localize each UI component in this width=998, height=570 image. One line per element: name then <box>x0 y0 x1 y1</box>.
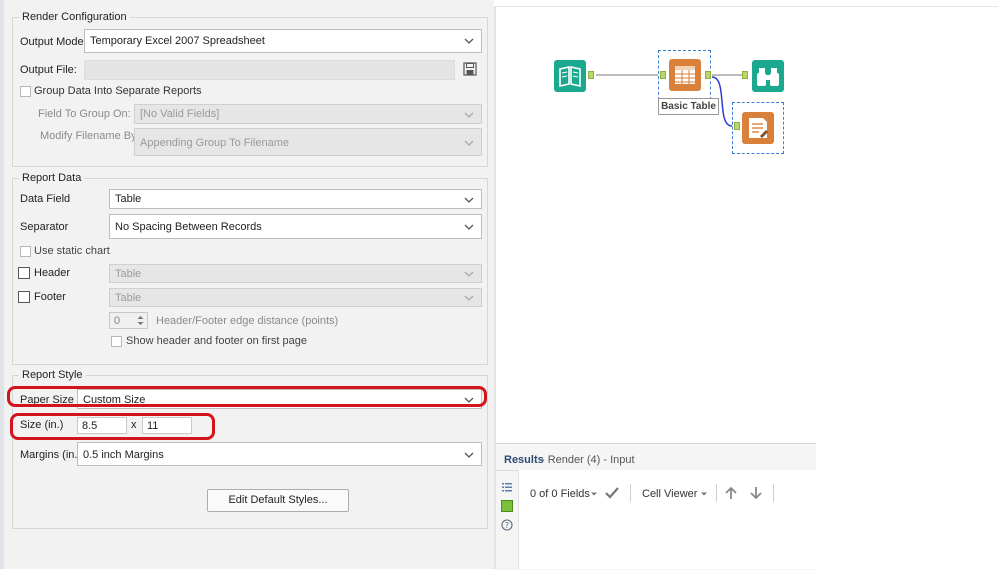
save-icon[interactable] <box>463 62 477 76</box>
paper-size-highlight <box>7 386 487 407</box>
separator-value: No Spacing Between Records <box>115 221 262 233</box>
table-icon <box>675 66 695 84</box>
spinner-icon[interactable] <box>136 314 145 327</box>
field-to-group-select[interactable]: [No Valid Fields] <box>134 104 482 124</box>
basic-table-label: Basic Table <box>658 98 719 115</box>
output-mode-label: Output Mode: <box>20 36 87 48</box>
output-anchor[interactable] <box>705 71 711 79</box>
footer-select[interactable]: Table <box>109 288 482 307</box>
report-style-legend: Report Style <box>19 369 86 381</box>
arrow-up-icon[interactable] <box>724 485 738 501</box>
use-static-chart-checkbox[interactable] <box>20 246 31 257</box>
margins-value: 0.5 inch Margins <box>83 449 164 461</box>
header-label: Header <box>34 267 71 279</box>
data-field-value: Table <box>115 193 142 205</box>
toolbar-divider <box>630 484 631 502</box>
field-to-group-label: Field To Group On: <box>38 108 131 120</box>
panel-left-strip <box>0 0 4 569</box>
chevron-down-icon <box>464 224 474 230</box>
arrow-down-icon[interactable] <box>749 485 763 501</box>
size-highlight <box>10 413 215 440</box>
margins-select[interactable]: 0.5 inch Margins <box>77 442 482 466</box>
chevron-down-icon <box>464 38 474 44</box>
chevron-down-icon <box>464 295 474 301</box>
output-file-label: Output File: <box>20 64 77 76</box>
list-icon[interactable] <box>501 481 513 493</box>
chevron-down-icon[interactable] <box>590 490 598 498</box>
show-header-footer-label: Show header and footer on first page <box>126 335 308 347</box>
chevron-down-icon <box>464 452 474 458</box>
edge-distance-label: Header/Footer edge distance (points) <box>156 315 339 327</box>
render-configuration-legend: Render Configuration <box>19 11 130 23</box>
basic-table-tool[interactable] <box>669 59 701 91</box>
grid-icon[interactable] <box>501 500 513 512</box>
help-icon[interactable]: ? <box>501 519 513 531</box>
data-field-select[interactable]: Table <box>109 189 482 209</box>
modify-filename-label: Modify Filename By: <box>40 130 140 142</box>
output-mode-value: Temporary Excel 2007 Spreadsheet <box>90 35 265 47</box>
browse-tool[interactable] <box>752 60 784 92</box>
toolbar-divider <box>716 484 717 502</box>
edit-default-styles-button[interactable]: Edit Default Styles... <box>207 489 349 512</box>
group-data-checkbox[interactable] <box>20 86 31 97</box>
results-subtitle: - Render (4) - Input <box>541 454 635 466</box>
canvas-top-border <box>496 6 998 7</box>
chevron-down-icon <box>464 197 474 203</box>
data-field-label: Data Field <box>20 193 71 205</box>
input-anchor[interactable] <box>734 122 740 130</box>
use-static-chart-label: Use static chart <box>34 245 110 257</box>
chevron-down-icon[interactable] <box>700 490 708 498</box>
edge-distance-value: 0 <box>114 315 121 327</box>
checkmark-icon[interactable] <box>604 486 620 500</box>
group-data-label: Group Data Into Separate Reports <box>34 85 202 97</box>
chevron-down-icon <box>464 140 474 146</box>
toolbar-divider <box>773 484 774 502</box>
report-icon <box>749 118 768 138</box>
svg-text:?: ? <box>505 521 509 530</box>
margins-label: Margins (in.) <box>20 449 82 461</box>
input-anchor[interactable] <box>660 71 666 79</box>
output-anchor[interactable] <box>588 71 594 79</box>
binoculars-icon <box>757 68 779 86</box>
modify-filename-value: Appending Group To Filename <box>140 137 290 149</box>
report-data-legend: Report Data <box>19 172 85 184</box>
chevron-down-icon <box>464 112 474 118</box>
render-tool[interactable] <box>742 112 774 144</box>
input-anchor[interactable] <box>742 71 748 79</box>
fields-count[interactable]: 0 of 0 Fields <box>530 488 590 500</box>
separator-label: Separator <box>20 221 69 233</box>
cell-viewer-label[interactable]: Cell Viewer <box>642 488 697 500</box>
book-icon <box>559 66 581 87</box>
results-title: Results <box>504 454 544 466</box>
edge-distance-spinner[interactable]: 0 <box>109 312 148 329</box>
separator-select[interactable]: No Spacing Between Records <box>109 214 482 239</box>
output-file-input[interactable] <box>84 60 455 80</box>
header-value: Table <box>115 268 142 280</box>
input-tool[interactable] <box>554 60 586 92</box>
footer-value: Table <box>115 292 142 304</box>
header-select[interactable]: Table <box>109 264 482 283</box>
chevron-down-icon <box>464 271 474 277</box>
field-to-group-value: [No Valid Fields] <box>140 108 220 120</box>
show-header-footer-checkbox[interactable] <box>111 336 122 347</box>
header-checkbox[interactable] <box>18 267 30 279</box>
footer-label: Footer <box>34 291 66 303</box>
modify-filename-select[interactable]: Appending Group To Filename <box>134 128 482 156</box>
output-mode-select[interactable]: Temporary Excel 2007 Spreadsheet <box>84 29 482 53</box>
footer-checkbox[interactable] <box>18 291 30 303</box>
